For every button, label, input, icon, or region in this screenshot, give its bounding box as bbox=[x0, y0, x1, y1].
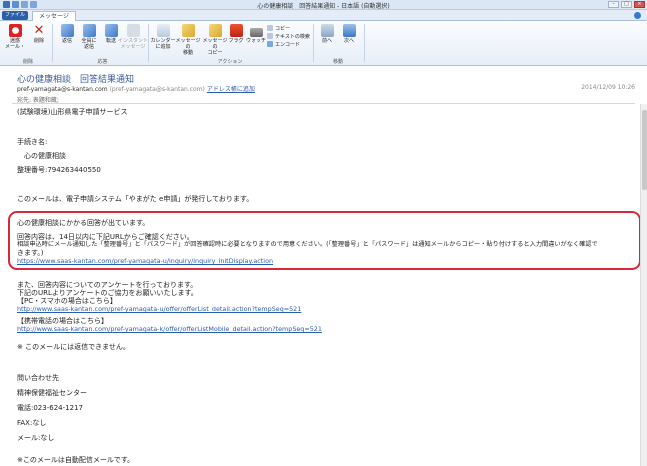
sender-address[interactable]: pref-yamagata@s-kantan.com bbox=[17, 86, 108, 93]
group-label-actions: アクション bbox=[217, 59, 243, 65]
delete-icon: ✕ bbox=[32, 23, 46, 38]
block-icon bbox=[8, 24, 22, 37]
maximize-button[interactable]: □ bbox=[621, 1, 632, 8]
next-button[interactable]: 次へ bbox=[338, 24, 360, 44]
title-bar: 心の健康相談 回答結果通知 - 日本語 (自動選択) – □ × bbox=[0, 0, 647, 10]
ribbon-separator bbox=[148, 24, 149, 62]
scrollbar[interactable] bbox=[640, 104, 647, 466]
glasses-icon bbox=[249, 28, 263, 37]
reply-button[interactable]: 返信 bbox=[56, 24, 78, 44]
body-text: メール:なし bbox=[17, 434, 55, 442]
find-text-button[interactable]: テキストの検索 bbox=[267, 33, 310, 41]
copy-icon bbox=[267, 25, 273, 31]
ribbon-tab-row: ファイル メッセージ bbox=[0, 10, 647, 21]
body-text: 手続き名: bbox=[17, 138, 48, 146]
flag-icon bbox=[229, 24, 243, 37]
folder-copy-icon bbox=[208, 24, 222, 37]
help-icon[interactable] bbox=[634, 12, 641, 19]
reply-all-icon bbox=[82, 24, 96, 37]
scrollbar-thumb[interactable] bbox=[642, 110, 647, 190]
close-button[interactable]: × bbox=[634, 1, 645, 8]
reply-icon bbox=[60, 24, 74, 37]
folder-move-icon bbox=[181, 24, 195, 37]
group-label-navigate: 移動 bbox=[332, 59, 343, 65]
survey-mobile-link[interactable]: http://www.saas-kantan.com/pref-yamagata… bbox=[17, 325, 322, 333]
watch-button[interactable]: ウォッチ bbox=[246, 24, 266, 44]
sender-line: pref-yamagata@s-kantan.com (pref-yamagat… bbox=[17, 84, 255, 93]
body-text: 【携帯電話の場合はこちら】 bbox=[17, 317, 108, 325]
body-text: また、回答内容についてのアンケートを行っております。 bbox=[17, 281, 198, 289]
body-text: 整理番号:794263440550 bbox=[17, 166, 101, 174]
people-icon bbox=[126, 24, 140, 37]
body-text: このメールは、電子申請システム「やまがた e申請」が発行しております。 bbox=[17, 195, 254, 203]
forward-icon bbox=[104, 24, 118, 37]
group-label-delete: 削除 bbox=[22, 59, 33, 65]
body-text: 【PC・スマホの場合はこちら】 bbox=[17, 297, 117, 305]
encode-button[interactable]: エンコード bbox=[267, 41, 300, 49]
copy-button[interactable]: コピー bbox=[267, 25, 290, 33]
reply-all-button[interactable]: 全員に 返信 bbox=[78, 24, 100, 50]
body-text: 心の健康相談 bbox=[17, 152, 66, 160]
prev-button[interactable]: 前へ bbox=[316, 24, 338, 44]
body-text: ※このメールは自動配信メールです。 bbox=[17, 456, 135, 464]
body-text: (試験環境)山形県電子申請サービス bbox=[17, 108, 128, 116]
message-date: 2014/12/09 10:26 bbox=[581, 84, 635, 91]
tab-message[interactable]: メッセージ bbox=[32, 11, 76, 21]
junk-button[interactable]: 迷惑 メール・ bbox=[4, 24, 26, 50]
body-text: 精神保健福祉センター bbox=[17, 389, 87, 397]
copy-message-button[interactable]: メッセージの コピー bbox=[201, 24, 229, 56]
delete-button[interactable]: ✕ 削除 bbox=[28, 24, 50, 44]
ribbon-separator bbox=[313, 24, 314, 62]
sender-address-paren: (pref-yamagata@s-kantan.com) bbox=[109, 86, 205, 93]
body-text: ※ このメールには返信できません。 bbox=[17, 343, 130, 351]
find-icon bbox=[267, 33, 273, 39]
window-title: 心の健康相談 回答結果通知 - 日本語 (自動選択) bbox=[257, 3, 390, 10]
body-text: FAX:なし bbox=[17, 419, 47, 427]
ribbon-separator bbox=[364, 24, 365, 62]
body-text: 電話:023-624-1217 bbox=[17, 404, 83, 412]
ribbon-separator bbox=[52, 24, 53, 62]
highlight-annotation bbox=[8, 211, 641, 270]
survey-pc-link[interactable]: http://www.saas-kantan.com/pref-yamagata… bbox=[17, 305, 301, 313]
ribbon: 迷惑 メール・ ✕ 削除 削除 返信 全員に 返信 転送 インスタント メッセー… bbox=[0, 21, 647, 66]
flag-button[interactable]: フラグ bbox=[227, 24, 245, 44]
add-contact-link[interactable]: アドレス帳に追加 bbox=[207, 86, 255, 93]
calendar-icon bbox=[156, 24, 170, 37]
arrow-up-icon bbox=[320, 24, 334, 37]
body-text: 問い合わせ先 bbox=[17, 374, 59, 382]
arrow-down-icon bbox=[342, 24, 356, 37]
group-label-respond: 応答 bbox=[97, 59, 108, 65]
file-menu-button[interactable]: ファイル bbox=[2, 11, 28, 20]
minimize-button[interactable]: – bbox=[608, 1, 619, 8]
body-text: 下記のURLよりアンケートのご協力をお願いいたします。 bbox=[17, 289, 198, 297]
move-message-button[interactable]: メッセージの 移動 bbox=[174, 24, 202, 56]
add-calendar-button[interactable]: カレンダー に追加 bbox=[150, 24, 176, 50]
header-divider bbox=[12, 103, 635, 104]
encode-icon bbox=[267, 41, 273, 47]
instant-message-button[interactable]: インスタント メッセージ bbox=[118, 24, 148, 50]
